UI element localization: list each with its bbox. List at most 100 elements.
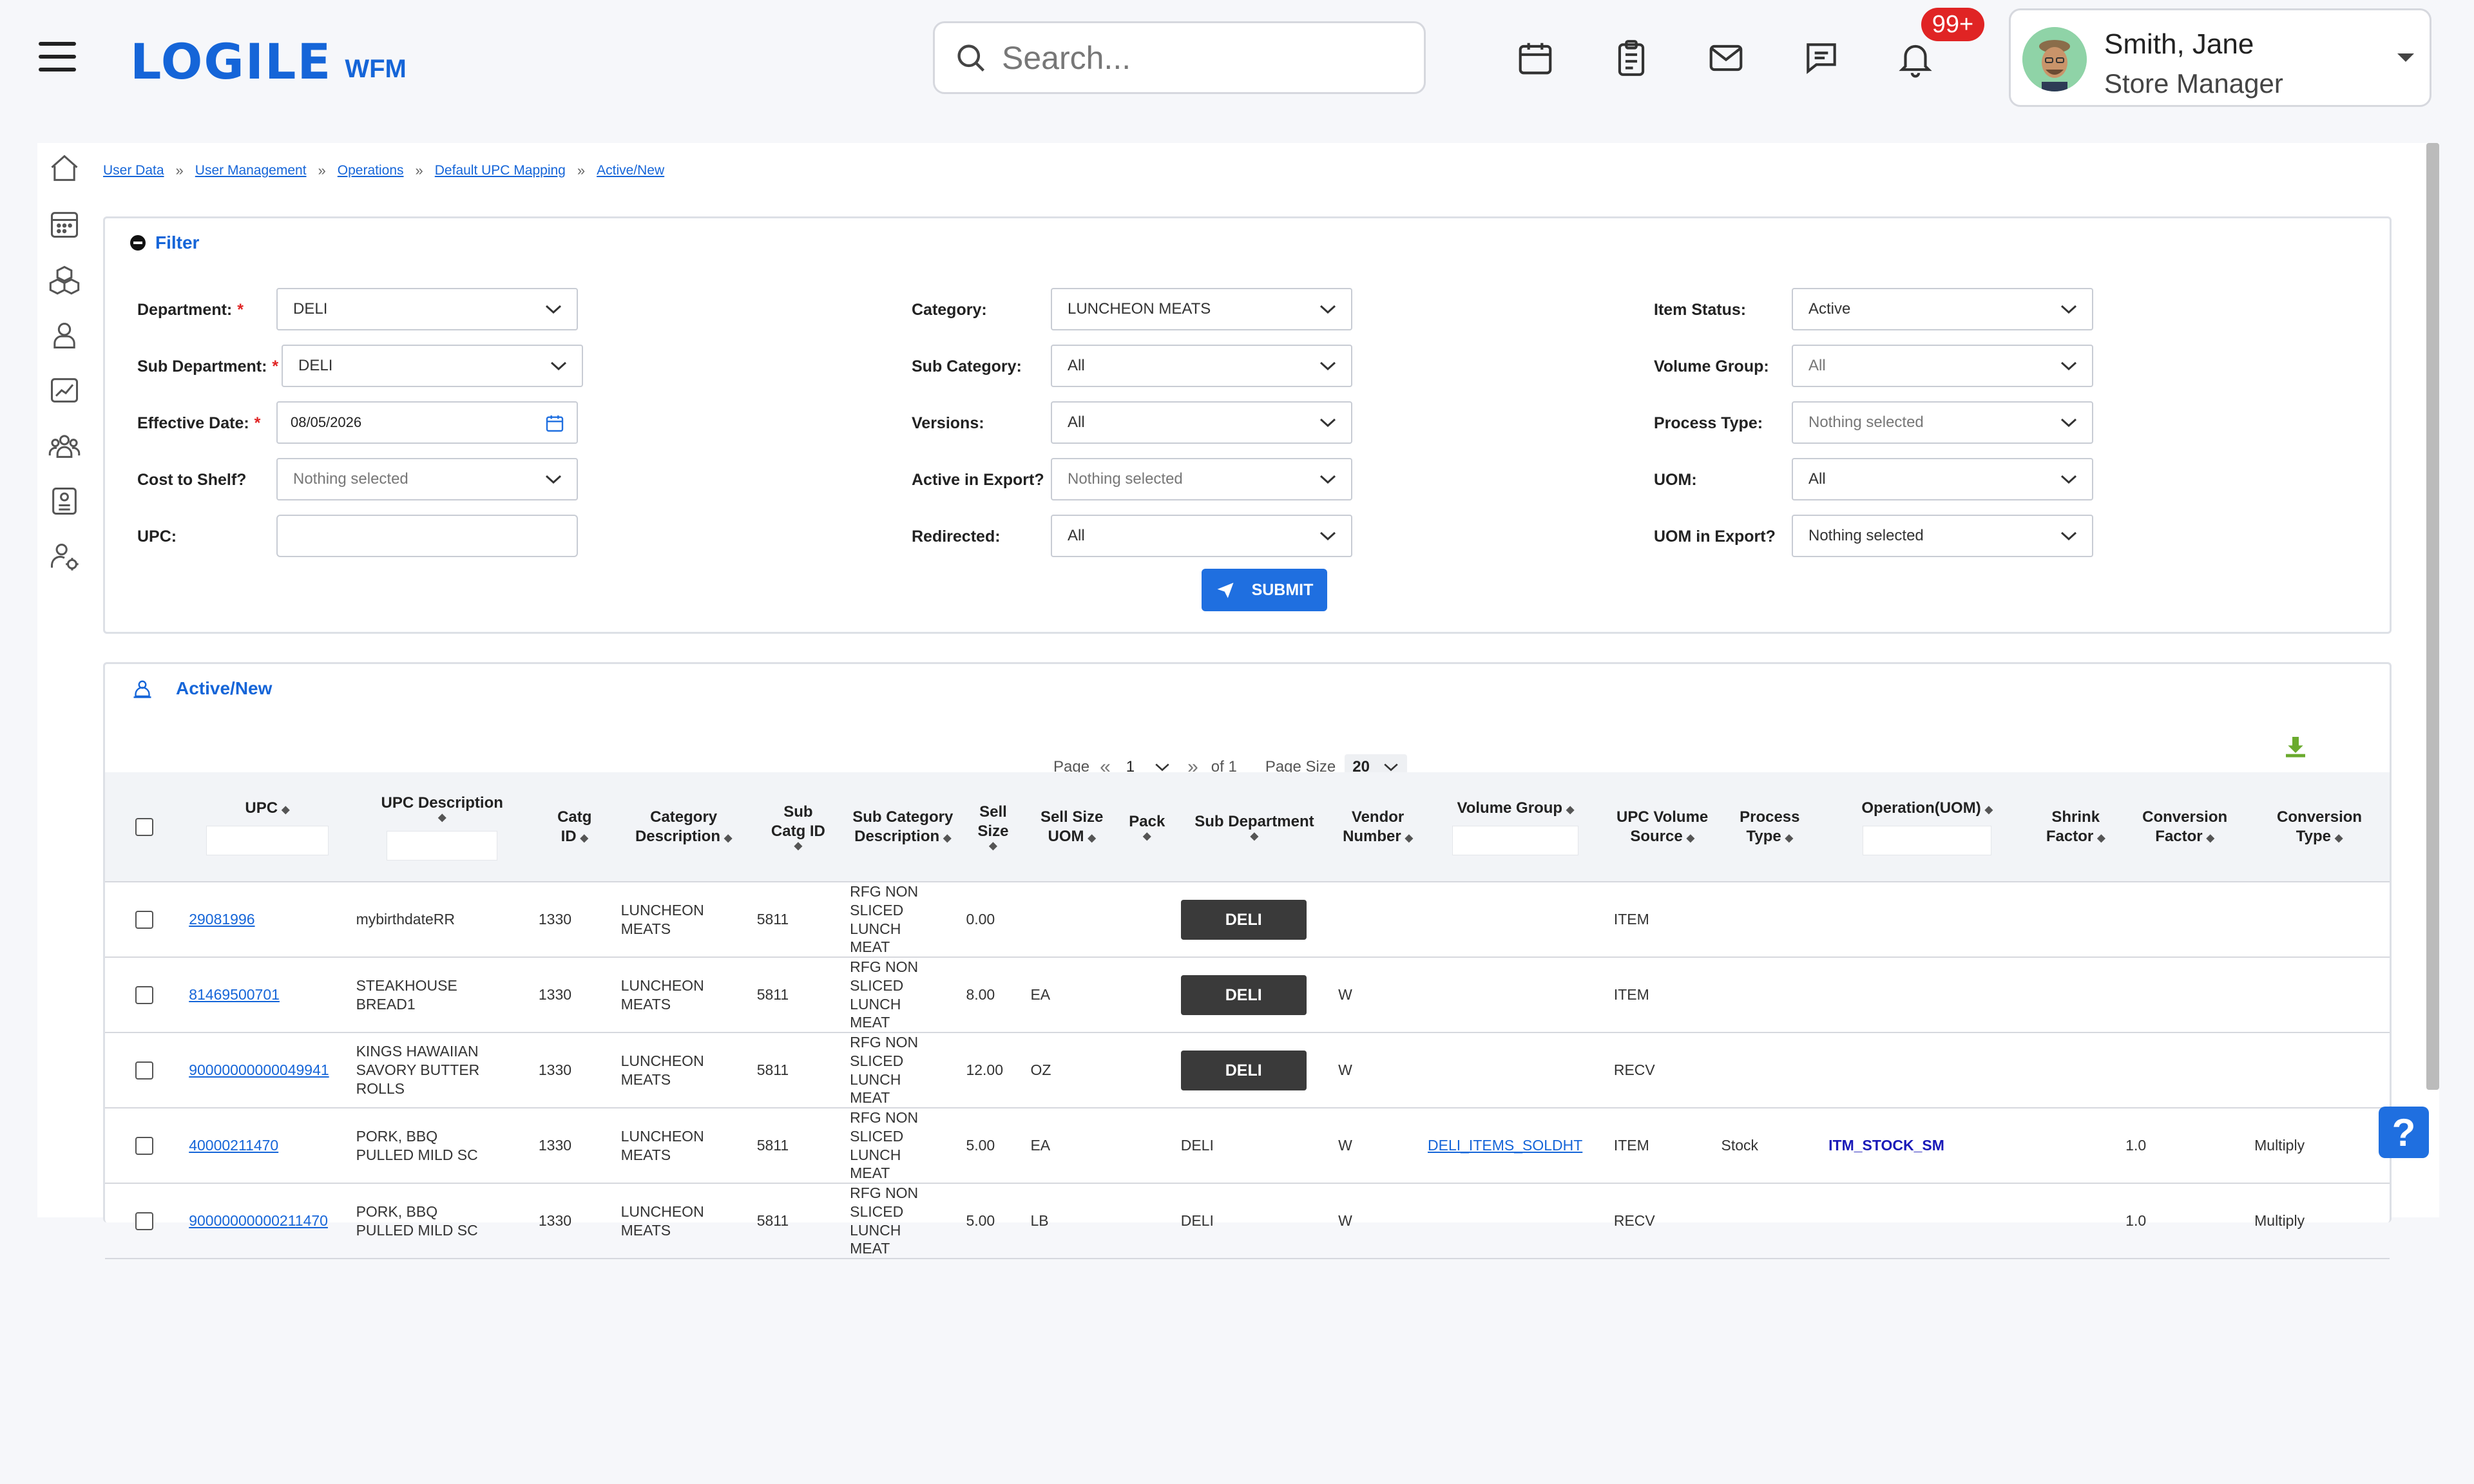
department-select[interactable]: DELI (276, 288, 578, 330)
sub-department-cell: DELI (1175, 882, 1334, 958)
logo[interactable]: LOGILE WFM (130, 28, 407, 86)
row-checkbox[interactable] (135, 986, 154, 1005)
row-checkbox[interactable] (135, 1212, 154, 1231)
operation-link[interactable]: ITM_STOCK_SM (1828, 1137, 1944, 1154)
row-checkbox[interactable] (135, 1137, 154, 1156)
upc-input[interactable] (276, 515, 578, 557)
user-menu[interactable]: Smith, Jane Store Manager (2009, 8, 2431, 107)
col-volume-group[interactable]: Volume Group ◆ (1423, 772, 1609, 882)
filter-toggle[interactable]: Filter (129, 233, 199, 253)
user-settings-icon[interactable] (44, 536, 85, 577)
item-status-select[interactable]: Active (1792, 288, 2093, 330)
sub-department-cell: DELI (1175, 957, 1334, 1033)
chart-icon[interactable] (44, 370, 85, 411)
vendor-number-cell: W (1333, 957, 1423, 1033)
breadcrumb-default-upc-mapping[interactable]: Default UPC Mapping (435, 163, 566, 178)
bell-icon[interactable] (1893, 35, 1938, 81)
cell-text: RFG NON (850, 958, 919, 975)
chat-icon[interactable] (1799, 35, 1844, 81)
col-upc-description[interactable]: UPC Description ◆ (350, 772, 533, 882)
col-catg-id[interactable]: Catg ID ◆ (533, 772, 616, 882)
process-type-cell (1716, 1032, 1824, 1108)
sub-department-button[interactable]: DELI (1180, 975, 1307, 1015)
submit-button[interactable]: SUBMIT (1202, 569, 1327, 611)
boxes-icon[interactable] (44, 259, 85, 300)
notification-badge[interactable]: 99+ (1921, 8, 1984, 41)
upc-link[interactable]: 90000000000049941 (189, 1061, 329, 1078)
select-all-checkbox[interactable] (135, 818, 154, 837)
team-icon[interactable] (44, 425, 85, 466)
scrollbar[interactable] (2426, 143, 2439, 1090)
chevron-down-icon (545, 475, 562, 484)
cost-to-shelf-select[interactable]: Nothing selected (276, 458, 578, 500)
upc-description-filter-input[interactable] (387, 830, 498, 861)
operation-filter-input[interactable] (1863, 825, 1992, 855)
col-pack[interactable]: Pack ◆ (1118, 772, 1176, 882)
upc-link[interactable]: 81469500701 (189, 986, 280, 1003)
col-operation-uom[interactable]: Operation(UOM) ◆ (1823, 772, 2031, 882)
sub-department-button[interactable]: DELI (1180, 1050, 1307, 1090)
col-upc-volume-source[interactable]: UPC Volume Source ◆ (1608, 772, 1716, 882)
process-type-select[interactable]: Nothing selected (1792, 401, 2093, 444)
table-row[interactable]: 90000000000049941 KINGS HAWAIIAN SAVORY BU… (105, 1032, 2390, 1108)
col-conversion-type[interactable]: Conversion Type ◆ (2249, 772, 2390, 882)
upc-link[interactable]: 90000000000211470 (189, 1212, 328, 1229)
schedule-icon[interactable] (44, 204, 85, 245)
home-icon[interactable] (44, 148, 85, 189)
table-row[interactable]: 90000000000211470 PORK, BBQ PULLED MILD SC… (105, 1183, 2390, 1259)
category-select[interactable]: LUNCHEON MEATS (1051, 288, 1352, 330)
sub-department-select[interactable]: DELI (282, 345, 583, 387)
volume-group-filter-input[interactable] (1452, 825, 1579, 855)
col-sell-size[interactable]: Sell Size ◆ (961, 772, 1026, 882)
upc-link[interactable]: 40000211470 (189, 1137, 278, 1154)
col-upc[interactable]: UPC ◆ (184, 772, 351, 882)
col-category-description[interactable]: Category Description ◆ (615, 772, 752, 882)
clipboard-icon[interactable] (1609, 35, 1654, 81)
col-sub-department[interactable]: Sub Department ◆ (1175, 772, 1334, 882)
upc-cell: 40000211470 (184, 1108, 351, 1184)
cell-text: RFG NON (850, 1184, 919, 1201)
versions-select[interactable]: All (1051, 401, 1352, 444)
report-icon[interactable] (44, 480, 85, 522)
row-checkbox[interactable] (135, 911, 154, 929)
breadcrumb-operations[interactable]: Operations (338, 163, 404, 178)
col-sub-catg-id[interactable]: Sub Catg ID ◆ (751, 772, 845, 882)
breadcrumb-user-management[interactable]: User Management (195, 163, 307, 178)
row-checkbox[interactable] (135, 1061, 154, 1080)
breadcrumb-user-data[interactable]: User Data (103, 163, 164, 178)
col-sub-category-description[interactable]: Sub Category Description ◆ (845, 772, 961, 882)
search-input[interactable] (1002, 39, 1388, 77)
active-in-export-select[interactable]: Nothing selected (1051, 458, 1352, 500)
uom-select[interactable]: All (1792, 458, 2093, 500)
sub-department-button[interactable]: DELI (1180, 899, 1307, 940)
volume-group-link[interactable]: DELI_ITEMS_SOLDHT (1428, 1137, 1582, 1154)
uom-in-export-select[interactable]: Nothing selected (1792, 515, 2093, 557)
redirected-select[interactable]: All (1051, 515, 1352, 557)
sort-icon[interactable]: ◆ (355, 812, 530, 823)
search-box[interactable] (933, 21, 1426, 94)
help-button[interactable]: ? (2379, 1107, 2429, 1158)
download-icon[interactable] (2283, 734, 2308, 759)
table-row[interactable]: 81469500701 STEAKHOUSE BREAD1 1330 LUNCHEON M… (105, 957, 2390, 1033)
breadcrumb-active-new[interactable]: Active/New (597, 163, 664, 178)
table-row[interactable]: 40000211470 PORK, BBQ PULLED MILD SC 1330 LU… (105, 1108, 2390, 1184)
upc-filter-input[interactable] (206, 825, 329, 855)
calendar-icon[interactable] (1513, 35, 1558, 81)
user-icon[interactable] (44, 314, 85, 356)
chevron-down-icon (2060, 361, 2077, 371)
col-sell-size-uom[interactable]: Sell Size UOM ◆ (1025, 772, 1118, 882)
table-row[interactable]: 29081996 mybirthdateRR 1330 LUNCHEON MEATS 58… (105, 882, 2390, 958)
col-shrink-factor[interactable]: Shrink Factor ◆ (2031, 772, 2121, 882)
col-conversion-factor[interactable]: Conversion Factor ◆ (2120, 772, 2250, 882)
effective-date-input[interactable]: 08/05/2026 (276, 401, 578, 444)
col-vendor-number[interactable]: Vendor Number ◆ (1333, 772, 1423, 882)
col-process-type[interactable]: Process Type ◆ (1716, 772, 1824, 882)
volume-group-select[interactable]: All (1792, 345, 2093, 387)
upc-link[interactable]: 29081996 (189, 911, 254, 928)
menu-icon[interactable] (39, 42, 76, 71)
sort-icon[interactable]: ◆ (282, 804, 289, 815)
calendar-icon[interactable] (544, 413, 565, 433)
mail-icon[interactable] (1703, 35, 1749, 81)
item-status-label: Item Status: (1654, 301, 1747, 319)
sub-category-select[interactable]: All (1051, 345, 1352, 387)
